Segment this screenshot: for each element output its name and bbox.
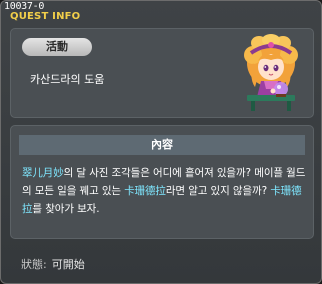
content-header: 內容 xyxy=(19,135,305,155)
description-text: 라면 알고 있지 않을까? xyxy=(165,185,271,197)
quest-content-panel: 內容 翠儿月妙의 달 사진 조각들은 어디에 흩어져 있을까? 메이플 월드의 … xyxy=(10,125,314,239)
status-label: 狀態: xyxy=(21,258,47,271)
quest-info-panel: 活動 카산드라의 도움 xyxy=(10,28,314,118)
quest-status: 狀態: 可開始 xyxy=(21,256,85,272)
description-text: 를 찾아가 보자. xyxy=(32,203,100,215)
quest-type-badge: 活動 xyxy=(22,38,92,56)
quest-info-window: 10037-0 QUEST INFO 活動 카산드라의 도움 內容 翠儿月妙의 … xyxy=(0,0,322,284)
window-title: QUEST INFO xyxy=(10,11,81,22)
npc-name-highlight: 卡珊德拉 xyxy=(124,185,166,197)
npc-name-highlight: 翠儿月妙 xyxy=(22,167,64,179)
quest-description: 翠儿月妙의 달 사진 조각들은 어디에 흩어져 있을까? 메이플 월드의 모든 … xyxy=(22,164,308,218)
npc-girl-crystal-ball-icon xyxy=(244,34,298,111)
status-value: 可開始 xyxy=(51,258,85,271)
quest-name: 카산드라의 도움 xyxy=(30,73,105,86)
